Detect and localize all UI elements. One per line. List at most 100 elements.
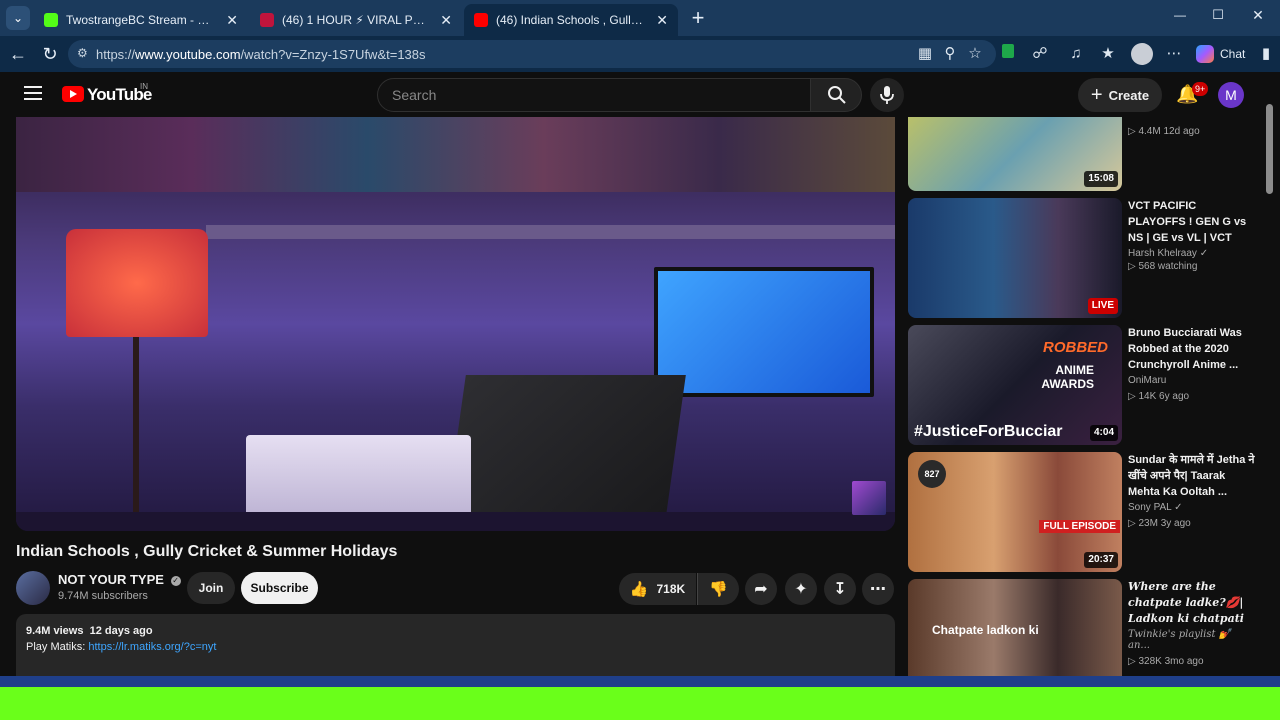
extension-green-icon[interactable] xyxy=(998,44,1018,64)
minimize-button[interactable]: — xyxy=(1166,8,1194,28)
recommendation-title: VCT PACIFIC PLAYOFFS ! GEN G vs NS | GE … xyxy=(1128,200,1247,244)
back-arrow-icon[interactable]: ← xyxy=(6,42,30,66)
like-button[interactable]: 👍 718K xyxy=(619,573,696,605)
search-button[interactable] xyxy=(810,78,862,112)
share-button[interactable]: ➦ xyxy=(745,573,777,605)
download-button[interactable]: ↧ xyxy=(824,573,856,605)
search-input[interactable]: Search xyxy=(377,78,811,112)
youtube-header: YouTube IN Search + Create 🔔 9+ M xyxy=(4,74,1264,116)
recommendation-item[interactable]: 15:08 ▷ 4.4M 12d ago xyxy=(908,117,1258,191)
thumbnail-text: Chatpate ladkon ki xyxy=(932,623,1039,637)
close-tab-icon[interactable]: ✕ xyxy=(440,12,452,29)
sidebar-toggle-icon[interactable]: ▮ xyxy=(1256,44,1276,64)
subscribe-button[interactable]: Subscribe xyxy=(241,572,318,604)
apps-icon[interactable]: ▦ xyxy=(915,44,935,64)
thumbnail-text: ANIME AWARDS xyxy=(1041,363,1094,391)
site-info-icon[interactable]: ⚙ xyxy=(77,46,88,60)
lamp-shade xyxy=(66,229,208,337)
collections-icon[interactable]: ★ xyxy=(1098,44,1118,64)
recommendation-item[interactable]: ROBBED ANIME AWARDS #JusticeForBucciar 4… xyxy=(908,325,1258,445)
ask-ai-button[interactable]: ✦ xyxy=(785,573,817,605)
shelf xyxy=(206,225,895,239)
youtube-favicon-icon xyxy=(260,13,274,27)
recommendation-thumbnail[interactable]: Chatpate ladkon ki xyxy=(908,579,1122,676)
recommendation-channel[interactable]: Harsh Khelraay ✓ xyxy=(1128,248,1256,259)
hamburger-menu-icon[interactable] xyxy=(24,84,42,100)
tab-list-chevron-icon[interactable]: ⌄ xyxy=(6,6,30,30)
copilot-chat-button[interactable]: Chat xyxy=(1196,42,1254,66)
recommendation-item[interactable]: LIVE VCT PACIFIC PLAYOFFS ! GEN G vs NS … xyxy=(908,198,1258,318)
duration-badge: 20:37 xyxy=(1084,552,1118,568)
thumbnail-text: ROBBED xyxy=(1042,339,1108,356)
scrollbar-thumb[interactable] xyxy=(1266,104,1273,194)
tab-2[interactable]: (46) 1 HOUR ⚡ VIRAL PHONK/FU ✕ xyxy=(250,4,462,36)
duration-badge: 15:08 xyxy=(1084,171,1118,187)
more-actions-button[interactable]: ⋯ xyxy=(862,573,894,605)
green-overlay-bar xyxy=(0,687,1280,720)
close-tab-icon[interactable]: ✕ xyxy=(656,12,668,29)
recommendation-thumbnail[interactable]: LIVE xyxy=(908,198,1122,318)
close-tab-icon[interactable]: ✕ xyxy=(226,12,238,29)
join-button[interactable]: Join xyxy=(187,572,235,604)
channel-watermark[interactable] xyxy=(852,481,886,515)
live-badge: LIVE xyxy=(1087,298,1118,314)
kick-favicon-icon xyxy=(44,13,58,27)
subscriber-count: 9.74M subscribers xyxy=(58,590,148,602)
tab-3-active[interactable]: (46) Indian Schools , Gully Cricket & Su… xyxy=(464,4,678,36)
extensions-puzzle-icon[interactable]: ☍ xyxy=(1030,44,1050,64)
dislike-button[interactable]: 👎 xyxy=(697,573,739,605)
episode-badge: 827 xyxy=(918,460,946,488)
refresh-icon[interactable]: ↻ xyxy=(38,42,62,66)
recommendation-title: Bruno Bucciarati Was Robbed at the 2020 … xyxy=(1128,327,1242,371)
monitor xyxy=(654,267,874,397)
recommendation-channel[interactable]: OniMaru xyxy=(1128,375,1256,386)
media-control-icon[interactable]: ♫ xyxy=(1066,44,1086,64)
video-title: Indian Schools , Gully Cricket & Summer … xyxy=(16,543,398,560)
channel-name[interactable]: NOT YOUR TYPE ✓ xyxy=(58,572,181,587)
zoom-icon[interactable]: ⚲ xyxy=(940,44,960,64)
recommendation-thumbnail[interactable]: ROBBED ANIME AWARDS #JusticeForBucciar 4… xyxy=(908,325,1122,445)
search-icon xyxy=(828,86,846,104)
browser-tab-bar: ⌄ TwostrangeBC Stream - Watch Live ✕ (46… xyxy=(0,0,1280,36)
recommendation-meta: ▷ 568 watching xyxy=(1128,261,1198,272)
description-box[interactable]: 9.4M views 12 days ago Play Matiks: http… xyxy=(16,614,895,676)
recommendation-thumbnail[interactable]: 827 FULL EPISODE 20:37 xyxy=(908,452,1122,572)
voice-search-button[interactable] xyxy=(870,78,904,112)
more-menu-icon[interactable]: ⋯ xyxy=(1164,44,1184,64)
recommendation-meta: ▷ 23M 3y ago xyxy=(1128,518,1191,529)
recommendation-channel[interactable]: Sony PAL ✓ xyxy=(1128,502,1256,513)
description-link[interactable]: https://lr.matiks.org/?c=nyt xyxy=(88,641,216,653)
microphone-icon xyxy=(880,86,894,104)
description-line: Play Matiks: https://lr.matiks.org/?c=ny… xyxy=(26,641,217,653)
favorite-star-icon[interactable]: ☆ xyxy=(965,44,985,64)
posters-wall xyxy=(16,117,895,192)
new-tab-button[interactable]: + xyxy=(686,4,710,32)
youtube-logo-icon[interactable] xyxy=(62,86,84,102)
recommendation-meta: ▷ 4.4M 12d ago xyxy=(1128,126,1200,137)
close-window-button[interactable]: ✕ xyxy=(1244,7,1272,27)
recommendation-channel[interactable]: Twinkie's playlist 💅 an... xyxy=(1128,629,1256,651)
profile-avatar-icon[interactable] xyxy=(1131,43,1153,65)
maximize-button[interactable]: ☐ xyxy=(1204,7,1232,27)
tab-1[interactable]: TwostrangeBC Stream - Watch Live ✕ xyxy=(34,4,248,36)
thumbs-down-icon: 👎 xyxy=(709,581,728,598)
notification-badge: 9+ xyxy=(1192,82,1209,96)
duration-badge: 4:04 xyxy=(1089,425,1118,441)
like-count: 718K xyxy=(656,582,686,596)
recommendation-item[interactable]: 827 FULL EPISODE 20:37 Sundar के मामले म… xyxy=(908,452,1258,572)
thumbnail-text: FULL EPISODE xyxy=(1039,520,1120,533)
view-stats: 9.4M views 12 days ago xyxy=(26,625,153,637)
more-horizontal-icon: ⋯ xyxy=(870,581,886,598)
thumbs-up-icon: 👍 xyxy=(629,581,649,598)
recommendation-item[interactable]: Chatpate ladkon ki Where are the chatpat… xyxy=(908,579,1258,676)
recommendation-meta: ▷ 14K 6y ago xyxy=(1128,391,1190,402)
youtube-favicon-icon xyxy=(474,13,488,27)
thumbnail-text: #JusticeForBucciar xyxy=(914,423,1063,440)
url-field[interactable]: ⚙ https://www.youtube.com/watch?v=Znzy-1… xyxy=(68,40,996,68)
recommendation-thumbnail[interactable]: 15:08 xyxy=(908,117,1122,191)
video-player[interactable] xyxy=(16,117,895,531)
sparkle-icon: ✦ xyxy=(794,581,808,598)
account-avatar[interactable]: M xyxy=(1218,82,1244,108)
channel-avatar[interactable] xyxy=(16,571,50,605)
create-button[interactable]: + Create xyxy=(1078,78,1162,112)
